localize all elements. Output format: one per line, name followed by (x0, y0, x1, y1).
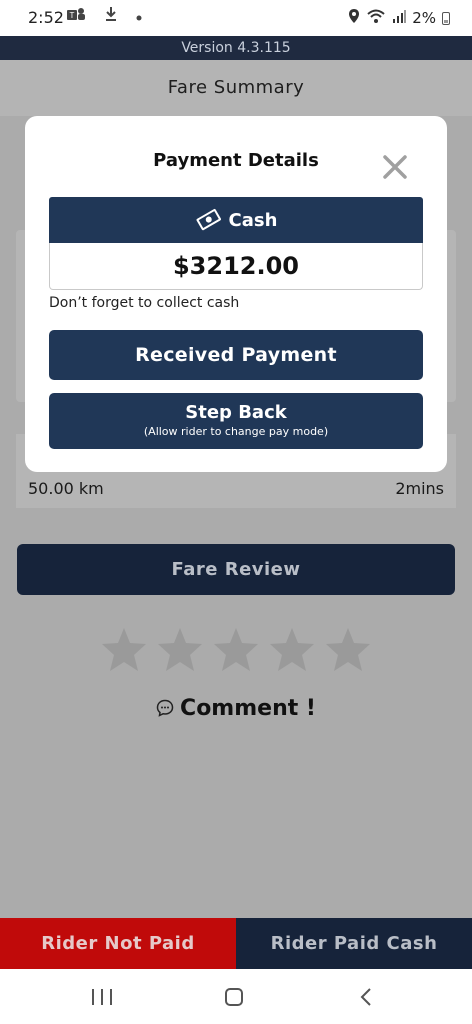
location-icon (348, 8, 360, 28)
wifi-icon (366, 8, 386, 28)
rider-paid-cash-button[interactable]: Rider Paid Cash (236, 918, 472, 969)
payment-details-dialog: Payment Details Cash $3212.00 Don’t forg… (25, 116, 447, 472)
battery-icon (442, 11, 450, 25)
cash-icon (196, 208, 221, 231)
home-icon[interactable] (225, 988, 243, 1006)
page-title: Fare Summary (0, 60, 472, 116)
signal-icon (392, 9, 407, 27)
system-nav-bar (0, 969, 472, 1024)
step-back-label: Step Back (185, 402, 287, 423)
recent-apps-icon[interactable] (92, 989, 112, 1005)
payment-amount: $3212.00 (49, 243, 423, 290)
comment-button[interactable]: Comment ! (0, 696, 472, 721)
status-time: 2:52 (28, 8, 64, 27)
teams-icon: T (66, 6, 86, 26)
received-payment-button[interactable]: Received Payment (49, 330, 423, 380)
rider-not-paid-button[interactable]: Rider Not Paid (0, 918, 236, 969)
dot-icon (136, 7, 142, 25)
download-icon (104, 6, 118, 26)
payment-action-bar: Rider Not Paid Rider Paid Cash (0, 918, 472, 969)
trip-duration: 2mins (395, 479, 444, 498)
rating-stars (100, 626, 372, 676)
step-back-button[interactable]: Step Back (Allow rider to change pay mod… (49, 393, 423, 449)
star-icon[interactable] (268, 626, 316, 674)
star-icon[interactable] (100, 626, 148, 674)
status-notification-icons: T (66, 6, 142, 26)
star-icon[interactable] (324, 626, 372, 674)
collect-cash-note: Don’t forget to collect cash (49, 295, 240, 311)
status-bar: 2:52 T 2% (0, 0, 472, 36)
back-icon[interactable] (358, 987, 374, 1007)
pay-mode-label: Cash (228, 209, 278, 231)
step-back-subtitle: (Allow rider to change pay mode) (143, 425, 329, 438)
fare-review-button[interactable]: Fare Review (17, 544, 455, 595)
close-icon[interactable] (380, 152, 410, 182)
comment-label: Comment ! (180, 696, 316, 721)
svg-text:T: T (70, 11, 75, 20)
version-banner: Version 4.3.115 (0, 36, 472, 60)
comment-bubble-icon (156, 699, 174, 717)
status-system-icons: 2% (348, 8, 450, 28)
trip-distance: 50.00 km (28, 479, 104, 498)
star-icon[interactable] (212, 626, 260, 674)
star-icon[interactable] (156, 626, 204, 674)
battery-text: 2% (412, 9, 436, 27)
pay-mode-header: Cash (49, 197, 423, 243)
